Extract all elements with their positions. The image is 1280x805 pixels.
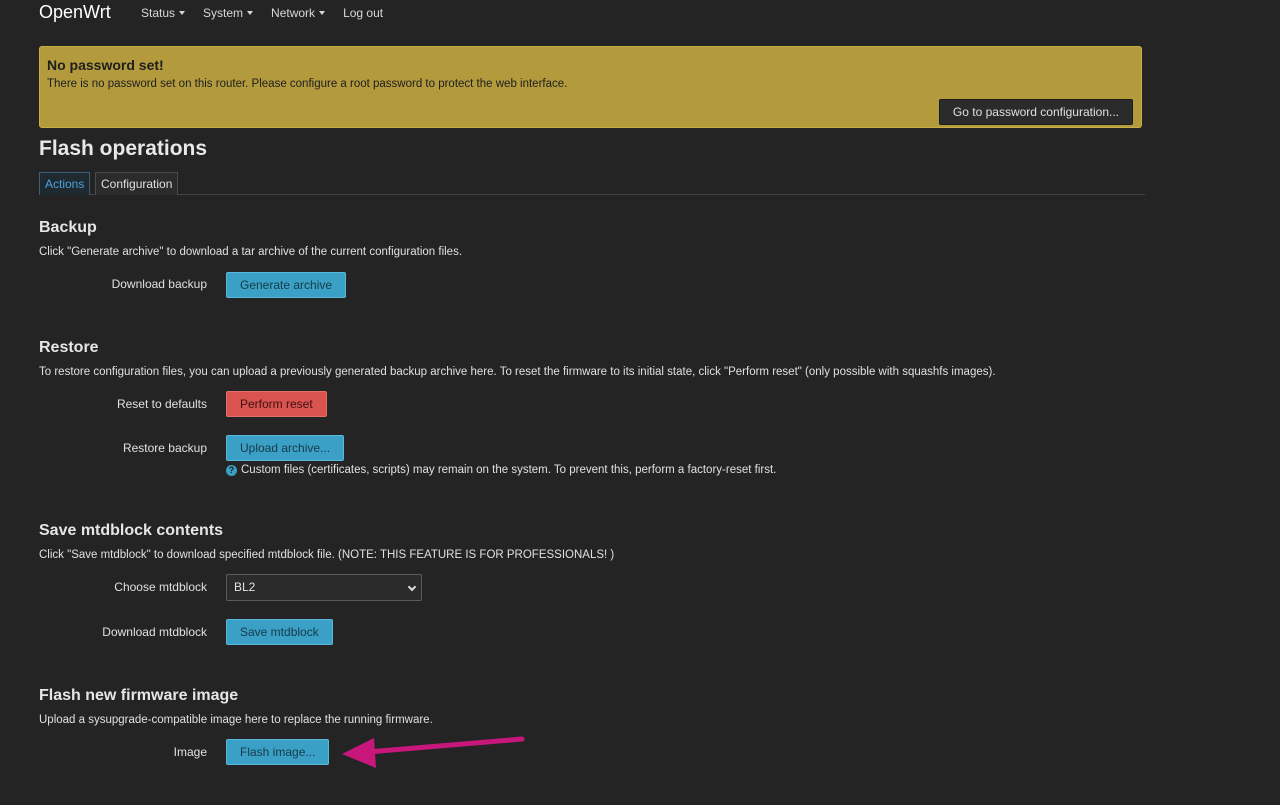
nav-logout[interactable]: Log out	[343, 6, 383, 20]
annotation-arrow-icon	[342, 736, 525, 768]
tab-actions[interactable]: Actions	[39, 172, 91, 195]
image-label: Image	[173, 745, 207, 759]
download-mtdblock-label: Download mtdblock	[102, 625, 207, 639]
restore-hint-text: Custom files (certificates, scripts) may…	[241, 464, 777, 476]
help-icon: ?	[226, 464, 237, 476]
restore-hint: ? Custom files (certificates, scripts) m…	[226, 464, 776, 476]
backup-title: Backup	[39, 219, 97, 236]
nav-network-label: Network	[271, 6, 316, 20]
chevron-down-icon	[407, 582, 417, 592]
flash-description: Upload a sysupgrade-compatible image her…	[39, 714, 433, 726]
top-navbar: OpenWrt Status System Network Log out	[0, 0, 1280, 28]
mtdblock-selected-value: BL2	[234, 580, 256, 594]
choose-mtdblock-label: Choose mtdblock	[114, 580, 207, 594]
nav-network[interactable]: Network	[271, 6, 326, 20]
password-config-button[interactable]: Go to password configuration...	[938, 99, 1133, 125]
restore-backup-label: Restore backup	[122, 441, 207, 455]
generate-archive-button[interactable]: Generate archive	[226, 272, 347, 298]
mtdblock-title: Save mtdblock contents	[39, 522, 224, 539]
tab-configuration[interactable]: Configuration	[95, 172, 179, 195]
brand-logo[interactable]: OpenWrt	[39, 2, 111, 23]
chevron-down-icon	[319, 11, 326, 15]
nav-system-label: System	[203, 6, 244, 20]
tab-bar: Actions Configuration	[39, 172, 1145, 195]
mtdblock-description: Click "Save mtdblock" to download specif…	[39, 549, 615, 561]
restore-description: To restore configuration files, you can …	[39, 366, 996, 378]
chevron-down-icon	[247, 11, 254, 15]
reset-defaults-label: Reset to defaults	[116, 397, 207, 411]
alert-title: No password set!	[47, 57, 164, 73]
nav-system[interactable]: System	[203, 6, 254, 20]
chevron-down-icon	[179, 11, 186, 15]
page-title: Flash operations	[39, 137, 208, 160]
save-mtdblock-button[interactable]: Save mtdblock	[226, 619, 333, 645]
alert-text: There is no password set on this router.…	[47, 78, 568, 90]
download-backup-label: Download backup	[111, 277, 207, 291]
nav-status-label: Status	[141, 6, 176, 20]
nav-status[interactable]: Status	[141, 6, 186, 20]
flash-image-button[interactable]: Flash image...	[226, 739, 330, 765]
mtdblock-select[interactable]: BL2	[226, 574, 422, 601]
flash-title: Flash new firmware image	[39, 687, 239, 704]
restore-title: Restore	[39, 339, 99, 356]
perform-reset-button[interactable]: Perform reset	[226, 391, 327, 417]
no-password-alert: No password set! There is no password se…	[39, 46, 1142, 128]
upload-archive-button[interactable]: Upload archive...	[226, 435, 345, 461]
nav-menu: Status System Network Log out	[141, 6, 401, 20]
backup-description: Click "Generate archive" to download a t…	[39, 246, 463, 258]
